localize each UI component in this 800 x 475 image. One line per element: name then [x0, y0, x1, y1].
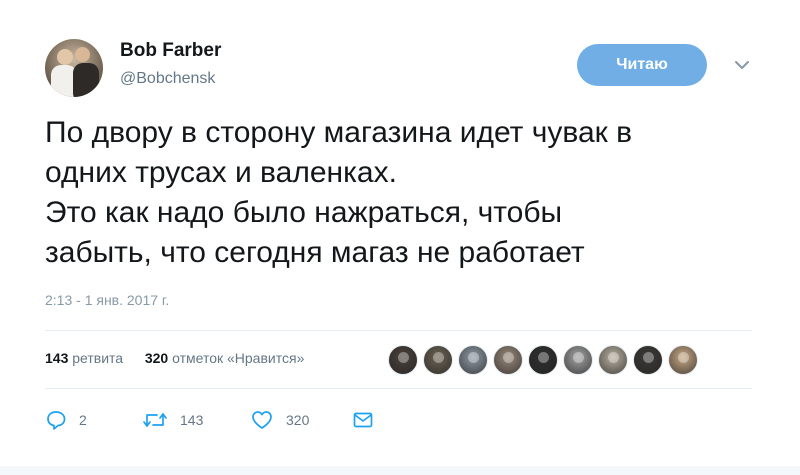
- tweet-timestamp[interactable]: 2:13 - 1 янв. 2017 г.: [45, 292, 169, 308]
- avatar-figure: [73, 63, 99, 97]
- retweets-count: 143: [45, 350, 69, 366]
- retweet-icon: [143, 413, 167, 427]
- avatar-head: [75, 47, 90, 62]
- tweet-text: По двору в сторону магазина идет чувак в…: [45, 116, 633, 269]
- author-name[interactable]: Bob Farber: [120, 40, 221, 62]
- tweet-stats: 143 ретвита 320 отметок «Нравится»: [45, 350, 304, 366]
- likes-count: 320: [144, 350, 169, 366]
- chevron-down-icon[interactable]: [733, 58, 751, 72]
- retweet-button[interactable]: 143: [142, 408, 203, 432]
- liker-avatar[interactable]: [493, 345, 523, 375]
- envelope-icon: [353, 412, 373, 428]
- divider: [45, 330, 752, 331]
- liker-avatar[interactable]: [598, 345, 628, 375]
- liker-avatar[interactable]: [458, 345, 488, 375]
- liker-avatar[interactable]: [668, 345, 698, 375]
- like-count: 320: [286, 412, 310, 428]
- reply-icon: [47, 411, 66, 430]
- liker-avatar[interactable]: [633, 345, 663, 375]
- like-button[interactable]: 320: [250, 408, 309, 432]
- following-button[interactable]: Читаю: [577, 44, 707, 86]
- reply-button[interactable]: 2: [45, 408, 87, 432]
- likes-stat[interactable]: 320 отметок «Нравится»: [141, 350, 305, 366]
- liker-avatar[interactable]: [563, 345, 593, 375]
- liker-avatar[interactable]: [528, 345, 558, 375]
- reply-count: 2: [79, 412, 87, 428]
- direct-message-button[interactable]: [352, 408, 374, 432]
- heart-icon: [252, 411, 272, 429]
- retweets-label: ретвита: [72, 350, 124, 366]
- author-handle[interactable]: @Bobchensk: [120, 70, 215, 88]
- retweet-count: 143: [180, 412, 204, 428]
- liker-avatar[interactable]: [388, 345, 418, 375]
- avatar[interactable]: [45, 39, 103, 97]
- liker-avatar[interactable]: [423, 345, 453, 375]
- retweets-stat[interactable]: 143 ретвита: [45, 350, 127, 366]
- tweet-card: Bob Farber @Bobchensk Читаю По двору в с…: [0, 0, 800, 475]
- divider: [45, 388, 752, 389]
- likes-label: отметок «Нравится»: [172, 350, 305, 366]
- bottom-divider: [0, 466, 800, 475]
- avatar-head: [57, 49, 73, 65]
